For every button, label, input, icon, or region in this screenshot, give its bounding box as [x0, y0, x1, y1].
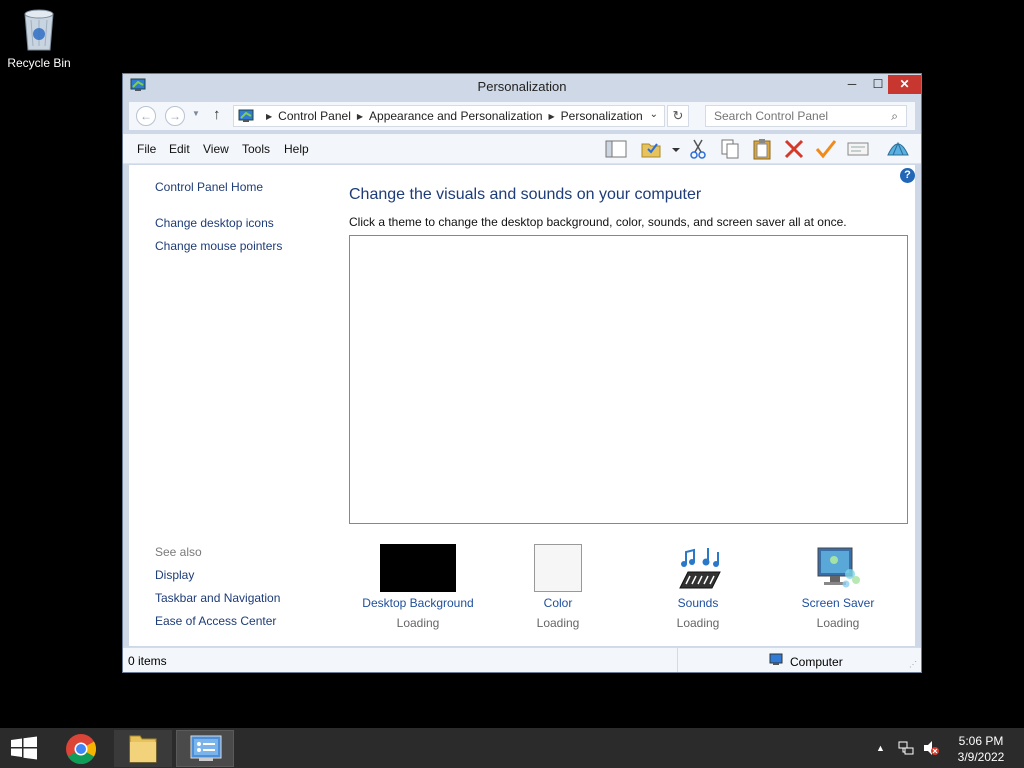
breadcrumb-appearance[interactable]: Appearance and Personalization	[369, 109, 542, 123]
recycle-bin-desktop-icon[interactable]: Recycle Bin	[4, 6, 74, 70]
sounds-tile[interactable]: Sounds Loading	[630, 544, 766, 630]
window-title: Personalization	[477, 79, 567, 94]
status-divider	[677, 648, 678, 672]
chevron-right-icon[interactable]: ▶	[266, 112, 272, 121]
item-count: 0 items	[128, 654, 167, 668]
minimize-button[interactable]: ─	[839, 75, 865, 94]
control-panel-taskbar-button[interactable]	[176, 730, 234, 767]
computer-label: Computer	[790, 654, 843, 669]
color-swatch	[534, 544, 582, 592]
chevron-right-icon[interactable]: ▶	[357, 112, 363, 121]
tile-status: Loading	[676, 616, 720, 630]
ease-of-access-link[interactable]: Ease of Access Center	[155, 614, 276, 628]
breadcrumb-control-panel[interactable]: Control Panel	[278, 109, 351, 123]
status-bar: 0 items Computer ⋰	[123, 647, 921, 672]
check-icon[interactable]	[813, 137, 839, 161]
cut-icon[interactable]	[685, 137, 711, 161]
tile-label[interactable]: Sounds	[630, 596, 766, 610]
screen-saver-tile[interactable]: Screen Saver Loading	[770, 544, 906, 630]
menu-file[interactable]: File	[137, 142, 156, 156]
search-box[interactable]: ⌕	[705, 105, 907, 127]
properties-icon[interactable]	[845, 137, 871, 161]
search-icon[interactable]: ⌕	[891, 109, 898, 124]
screen-saver-icon	[812, 544, 864, 592]
close-button[interactable]: ✕	[888, 75, 921, 94]
search-input[interactable]	[706, 106, 876, 126]
tile-label[interactable]: Screen Saver	[770, 596, 906, 610]
refresh-button[interactable]: ↻	[667, 105, 689, 127]
recycle-bin-icon	[21, 6, 57, 52]
menu-bar: File Edit View Tools Help	[123, 134, 921, 164]
change-mouse-pointers-link[interactable]: Change mouse pointers	[155, 239, 282, 253]
network-icon[interactable]	[898, 740, 914, 759]
folder-check-icon[interactable]	[639, 137, 665, 161]
chrome-taskbar-button[interactable]	[52, 730, 110, 767]
recycle-bin-label: Recycle Bin	[7, 56, 71, 70]
display-link[interactable]: Display	[155, 568, 194, 582]
resize-grip-icon[interactable]: ⋰	[909, 660, 917, 669]
control-panel-home-link[interactable]: Control Panel Home	[155, 180, 263, 194]
chevron-right-icon[interactable]: ▶	[549, 112, 555, 121]
copy-icon[interactable]	[717, 137, 743, 161]
up-arrow-icon[interactable]: ↑	[213, 106, 221, 123]
theme-list[interactable]	[349, 235, 908, 524]
personalization-window: Personalization ─ ☐ ✕ ← → ▼ ↑ ▶ Control …	[122, 73, 922, 673]
delete-icon[interactable]	[781, 137, 807, 161]
volume-muted-icon[interactable]	[922, 740, 940, 759]
tile-status: Loading	[816, 616, 860, 630]
windows-start-icon[interactable]	[10, 736, 38, 760]
tile-label[interactable]: Color	[490, 596, 626, 610]
dropdown-arrow-icon[interactable]	[663, 137, 680, 161]
help-icon[interactable]: ?	[900, 168, 915, 183]
status-location: Computer	[769, 653, 843, 670]
tile-status: Loading	[536, 616, 580, 630]
control-panel-icon	[238, 109, 254, 123]
taskbar: ▲ 5:06 PM 3/9/2022	[0, 728, 1024, 768]
system-clock[interactable]: 5:06 PM 3/9/2022	[950, 733, 1012, 765]
menu-tools[interactable]: Tools	[242, 142, 270, 156]
desktop-background-tile[interactable]: Desktop Background Loading	[350, 544, 486, 630]
title-bar[interactable]: Personalization ─ ☐ ✕	[123, 74, 921, 100]
breadcrumb-personalization[interactable]: Personalization	[561, 109, 643, 123]
computer-icon	[769, 653, 785, 670]
see-also-label: See also	[155, 545, 202, 559]
tile-status: Loading	[396, 616, 440, 630]
back-button[interactable]: ←	[136, 106, 156, 126]
page-title: Change the visuals and sounds on your co…	[349, 186, 702, 203]
menu-view[interactable]: View	[203, 142, 229, 156]
desktop-background-preview	[380, 544, 456, 592]
paste-icon[interactable]	[749, 137, 775, 161]
taskbar-navigation-link[interactable]: Taskbar and Navigation	[155, 591, 280, 605]
clock-date: 3/9/2022	[957, 750, 1005, 764]
shell-icon[interactable]	[885, 137, 911, 161]
change-desktop-icons-link[interactable]: Change desktop icons	[155, 216, 274, 230]
menu-edit[interactable]: Edit	[169, 142, 190, 156]
show-hidden-icons-icon[interactable]: ▲	[876, 743, 885, 753]
forward-button[interactable]: →	[165, 106, 185, 126]
tile-label[interactable]: Desktop Background	[350, 596, 486, 610]
color-tile[interactable]: Color Loading	[490, 544, 626, 630]
content-area: ? Control Panel Home Change desktop icon…	[129, 165, 915, 646]
sounds-icon	[672, 544, 724, 592]
layout-icon[interactable]	[603, 137, 629, 161]
menu-help[interactable]: Help	[284, 142, 309, 156]
clock-time: 5:06 PM	[958, 734, 1004, 748]
breadcrumb[interactable]: ▶ Control Panel ▶ Appearance and Persona…	[233, 105, 665, 127]
file-explorer-taskbar-button[interactable]	[114, 730, 172, 767]
recent-locations-icon[interactable]: ▼	[192, 109, 200, 118]
page-subtitle: Click a theme to change the desktop back…	[349, 215, 847, 229]
chevron-down-icon[interactable]: ⌄	[650, 109, 658, 120]
address-bar: ← → ▼ ↑ ▶ Control Panel ▶ Appearance and…	[129, 102, 915, 130]
